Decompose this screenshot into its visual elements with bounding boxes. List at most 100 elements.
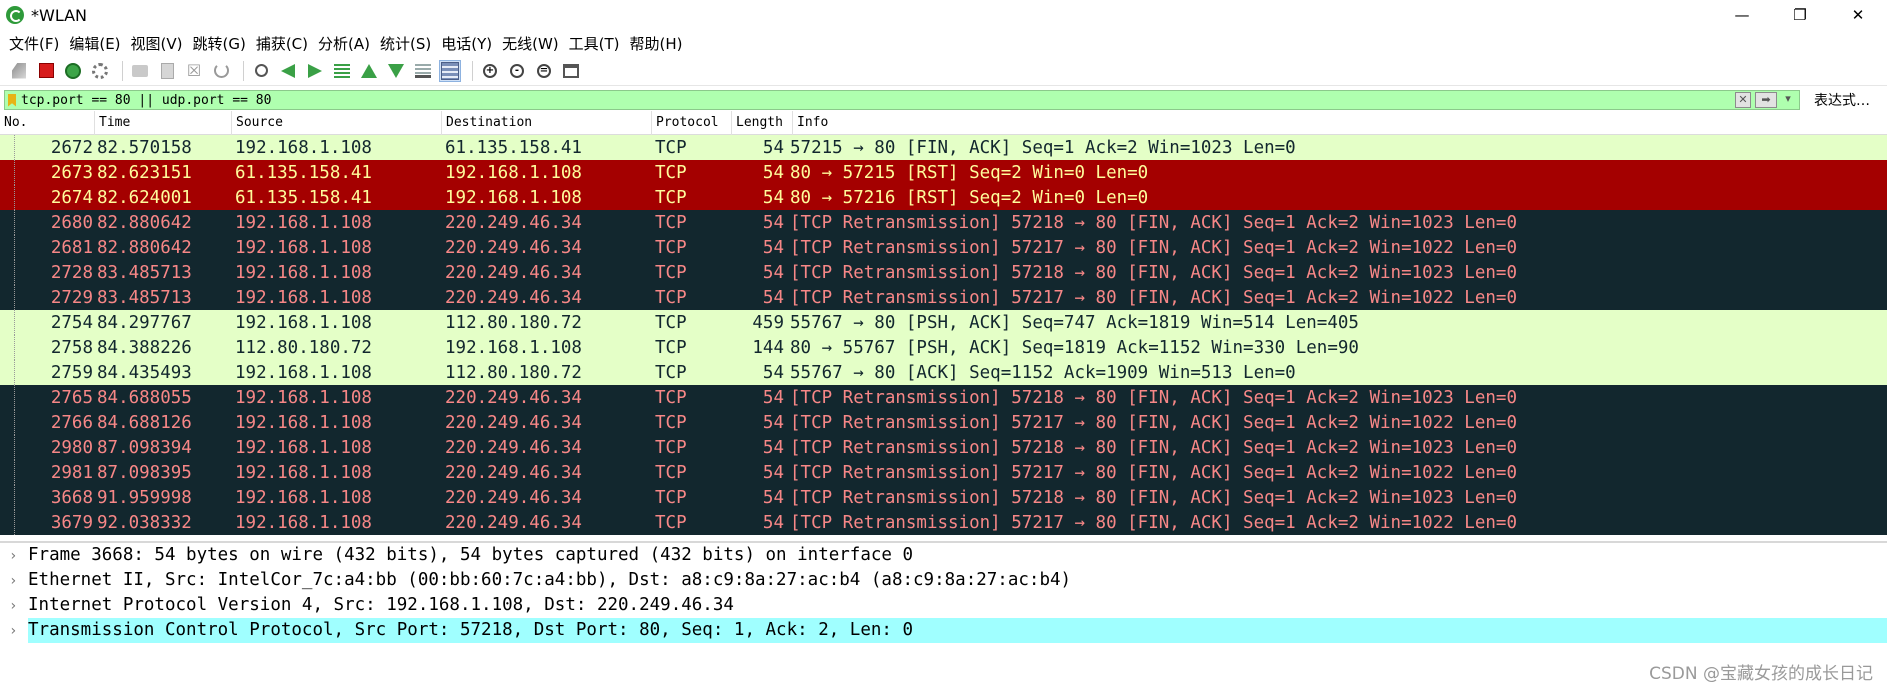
filter-dropdown-button[interactable]: ▾ (1781, 92, 1795, 108)
column-header-source[interactable]: Source (232, 110, 442, 135)
packet-number: 2758 (50, 337, 93, 358)
capture-options-button[interactable] (89, 60, 111, 82)
packet-source: 192.168.1.108 (235, 462, 372, 483)
packet-row[interactable]: 2759 84.435493 192.168.1.108 112.80.180.72 T… (0, 360, 1887, 385)
menu-tools[interactable]: 工具(T) (566, 33, 627, 54)
close-button[interactable]: ✕ (1829, 0, 1887, 30)
packet-info: 80 → 55767 [PSH, ACK] Seq=1819 Ack=1152 … (790, 337, 1359, 358)
stop-capture-button[interactable] (35, 60, 57, 82)
reload-icon (213, 63, 229, 78)
expand-arrow-icon[interactable]: › (0, 623, 28, 639)
expand-arrow-icon[interactable]: › (0, 573, 28, 589)
menu-view[interactable]: 视图(V) (128, 33, 190, 54)
menu-telephony[interactable]: 电话(Y) (438, 33, 499, 54)
packet-destination: 192.168.1.108 (445, 187, 582, 208)
packet-row[interactable]: 2673 82.623151 61.135.158.41 192.168.1.108 T… (0, 160, 1887, 185)
packet-source: 192.168.1.108 (235, 362, 372, 383)
resize-columns-button[interactable] (560, 60, 582, 82)
packet-time: 82.624001 (97, 187, 192, 208)
packet-protocol: TCP (655, 162, 687, 183)
zoom-out-button[interactable]: - (506, 60, 528, 82)
packet-time: 87.098395 (97, 462, 192, 483)
packet-protocol: TCP (655, 437, 687, 458)
go-first-button[interactable] (358, 60, 380, 82)
packet-row[interactable]: 2765 84.688055 192.168.1.108 220.249.46.34 T… (0, 385, 1887, 410)
detail-tree-item[interactable]: › Transmission Control Protocol, Src Port… (0, 618, 1887, 643)
packet-protocol: TCP (655, 362, 687, 383)
column-header-destination[interactable]: Destination (442, 110, 652, 135)
packet-row[interactable]: 3679 92.038332 192.168.1.108 220.249.46.34 T… (0, 510, 1887, 535)
packet-info: 57215 → 80 [FIN, ACK] Seq=1 Ack=2 Win=10… (790, 137, 1296, 158)
menu-wireless[interactable]: 无线(W) (499, 33, 566, 54)
find-packet-button[interactable] (250, 60, 272, 82)
zoom-normal-button[interactable]: = (533, 60, 555, 82)
apply-filter-button[interactable]: ➡ (1755, 92, 1777, 108)
autoscroll-button[interactable] (412, 60, 434, 82)
restart-capture-button[interactable] (62, 60, 84, 82)
packet-row[interactable]: 2758 84.388226 112.80.180.72 192.168.1.108 T… (0, 335, 1887, 360)
minimize-button[interactable]: — (1713, 0, 1771, 30)
menu-go[interactable]: 跳转(G) (190, 33, 253, 54)
packet-protocol: TCP (655, 462, 687, 483)
packet-row[interactable]: 2981 87.098395 192.168.1.108 220.249.46.34 T… (0, 460, 1887, 485)
open-file-button[interactable] (129, 60, 151, 82)
expression-button[interactable]: 表达式… (1814, 90, 1870, 110)
display-filter-value[interactable]: tcp.port == 80 || udp.port == 80 (21, 93, 271, 108)
reload-button[interactable] (210, 60, 232, 82)
main-toolbar: ☒ + - = (0, 56, 1887, 86)
detail-tree-item[interactable]: › Ethernet II, Src: IntelCor_7c:a4:bb (00… (0, 568, 1887, 593)
packet-row[interactable]: 2728 83.485713 192.168.1.108 220.249.46.34 T… (0, 260, 1887, 285)
clear-filter-button[interactable]: ✕ (1735, 92, 1751, 108)
close-file-button[interactable]: ☒ (183, 60, 205, 82)
go-to-packet-button[interactable] (331, 60, 353, 82)
packet-length: 54 (762, 162, 784, 183)
packet-row[interactable]: 2766 84.688126 192.168.1.108 220.249.46.34 T… (0, 410, 1887, 435)
menu-file[interactable]: 文件(F) (6, 33, 66, 54)
colorize-button[interactable] (439, 59, 461, 82)
packet-row[interactable]: 2729 83.485713 192.168.1.108 220.249.46.34 T… (0, 285, 1887, 310)
go-last-button[interactable] (385, 60, 407, 82)
packet-destination: 112.80.180.72 (445, 312, 582, 333)
column-header-no[interactable]: No. (0, 110, 95, 135)
save-file-button[interactable] (156, 60, 178, 82)
packet-row[interactable]: 2672 82.570158 192.168.1.108 61.135.158.41 T… (0, 135, 1887, 160)
zoom-in-button[interactable]: + (479, 60, 501, 82)
start-capture-button[interactable] (8, 60, 30, 82)
detail-tree-item[interactable]: › Frame 3668: 54 bytes on wire (432 bits)… (0, 543, 1887, 568)
menu-statistics[interactable]: 统计(S) (377, 33, 438, 54)
display-filter-input[interactable]: tcp.port == 80 || udp.port == 80 ✕ ➡ ▾ (4, 90, 1800, 110)
column-header-info[interactable]: Info (793, 111, 1887, 135)
column-header-protocol[interactable]: Protocol (652, 110, 732, 135)
packet-number: 2759 (50, 362, 93, 383)
menu-edit[interactable]: 编辑(E) (66, 33, 127, 54)
packet-destination: 192.168.1.108 (445, 162, 582, 183)
menu-help[interactable]: 帮助(H) (627, 33, 690, 54)
packet-row[interactable]: 2681 82.880642 192.168.1.108 220.249.46.34 T… (0, 235, 1887, 260)
expand-arrow-icon[interactable]: › (0, 548, 28, 564)
filter-bookmark-icon[interactable] (8, 93, 16, 107)
column-header-time[interactable]: Time (95, 110, 232, 135)
packet-length: 54 (762, 262, 784, 283)
packet-row[interactable]: 2674 82.624001 61.135.158.41 192.168.1.108 T… (0, 185, 1887, 210)
column-header-length[interactable]: Length (732, 110, 793, 135)
packet-time: 82.570158 (97, 137, 192, 158)
menu-analyze[interactable]: 分析(A) (315, 33, 377, 54)
packet-destination: 220.249.46.34 (445, 237, 582, 258)
packet-destination: 220.249.46.34 (445, 512, 582, 533)
packet-info: [TCP Retransmission] 57218 → 80 [FIN, AC… (790, 212, 1517, 233)
packet-row[interactable]: 2980 87.098394 192.168.1.108 220.249.46.34 T… (0, 435, 1887, 460)
restore-button[interactable]: ❐ (1771, 0, 1829, 30)
packet-source: 112.80.180.72 (235, 337, 372, 358)
packet-source: 192.168.1.108 (235, 212, 372, 233)
menu-capture[interactable]: 捕获(C) (253, 33, 315, 54)
go-back-button[interactable] (277, 60, 299, 82)
packet-row[interactable]: 2754 84.297767 192.168.1.108 112.80.180.72 T… (0, 310, 1887, 335)
packet-time: 82.623151 (97, 162, 192, 183)
packet-row[interactable]: 3668 91.959998 192.168.1.108 220.249.46.34 T… (0, 485, 1887, 510)
packet-number: 2681 (50, 237, 93, 258)
packet-row[interactable]: 2680 82.880642 192.168.1.108 220.249.46.34 T… (0, 210, 1887, 235)
watermark: CSDN @宝藏女孩的成长日记 (1649, 664, 1873, 684)
go-forward-button[interactable] (304, 60, 326, 82)
detail-tree-item[interactable]: › Internet Protocol Version 4, Src: 192.1… (0, 593, 1887, 618)
expand-arrow-icon[interactable]: › (0, 598, 28, 614)
